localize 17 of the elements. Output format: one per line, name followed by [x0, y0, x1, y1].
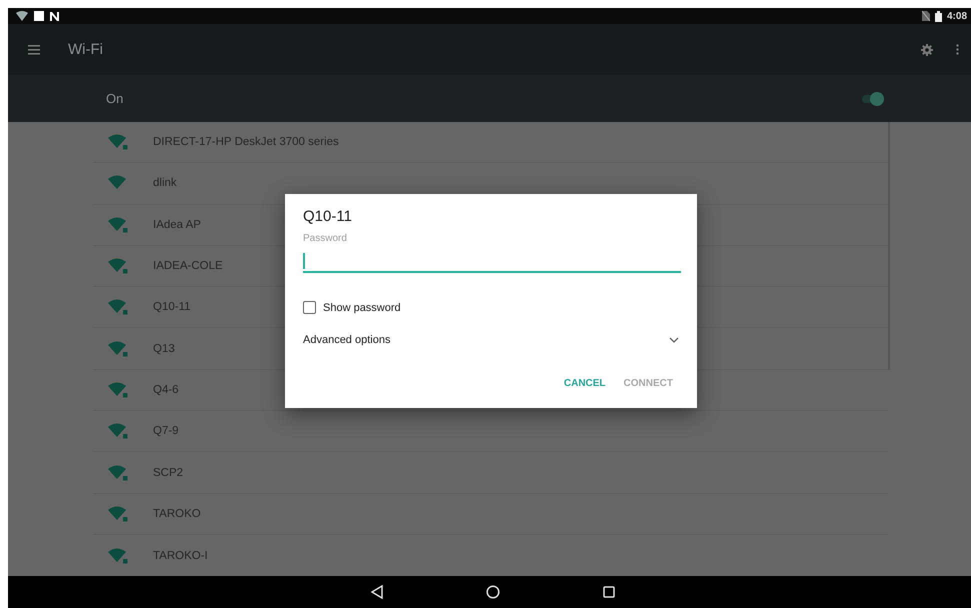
- field-label: Password: [303, 233, 348, 244]
- network-name: Q7-9: [153, 425, 179, 438]
- network-name: IAdea AP: [153, 218, 201, 231]
- network-name: TAROKO: [153, 508, 201, 520]
- network-name: Q13: [153, 342, 175, 355]
- advanced-options-label: Advanced options: [303, 334, 390, 346]
- clock-time: 4:08: [946, 10, 967, 22]
- dialog-title: Q10-11: [303, 208, 353, 225]
- network-name: DIRECT-17-HP DeskJet 3700 series: [153, 136, 339, 148]
- network-name: Q10-11: [153, 301, 191, 314]
- toolbar-title: Wi-Fi: [68, 41, 103, 58]
- network-name: IADEA-COLE: [153, 260, 223, 272]
- network-name: SCP2: [153, 466, 184, 479]
- network-name: TAROKO-I: [153, 550, 208, 562]
- network-name: dlink: [153, 177, 177, 190]
- switch-label: On: [106, 91, 124, 106]
- network-name: Q4-6: [153, 384, 179, 396]
